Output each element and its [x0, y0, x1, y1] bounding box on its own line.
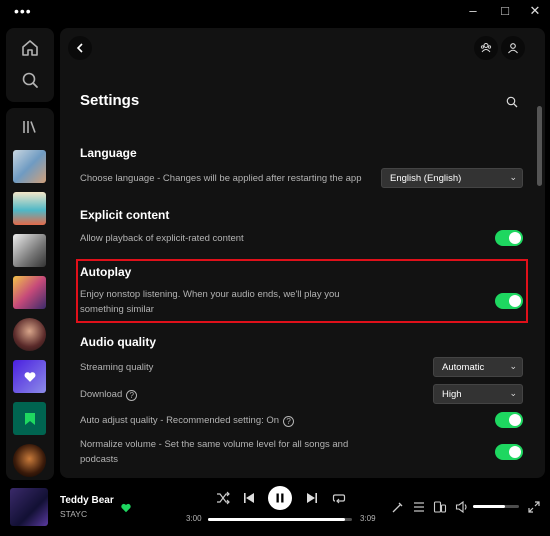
profile-button[interactable]	[501, 36, 525, 60]
streaming-quality-value: Automatic	[442, 362, 485, 373]
queue-icon[interactable]	[412, 500, 426, 514]
explicit-description: Allow playback of explicit-rated content	[80, 233, 244, 244]
volume-fill	[473, 505, 506, 508]
now-playing-view-icon[interactable]	[391, 500, 405, 514]
elapsed-time: 3:00	[186, 514, 202, 523]
help-icon[interactable]: ?	[283, 416, 295, 427]
pause-icon	[276, 493, 284, 503]
help-icon[interactable]: ?	[126, 390, 138, 401]
chevron-down-icon: ⌄	[509, 361, 517, 371]
back-button[interactable]	[68, 36, 92, 60]
autoplay-description-line1: Enjoy nonstop listening. When your audio…	[80, 289, 340, 300]
normalize-toggle[interactable]	[495, 444, 523, 460]
search-icon[interactable]	[20, 70, 40, 90]
language-description: Choose language - Changes will be applie…	[80, 173, 362, 184]
song-title[interactable]: Teddy Bear	[60, 495, 114, 506]
progress-bar[interactable]	[208, 518, 352, 521]
user-icon	[508, 43, 518, 54]
download-quality-select[interactable]: High ⌄	[433, 384, 523, 404]
close-button[interactable]: ✕	[526, 3, 544, 19]
chevron-down-icon: ⌄	[509, 388, 517, 398]
language-value: English (English)	[390, 173, 462, 184]
autoplay-description-line2: something similar	[80, 304, 154, 315]
library-item-your-episodes[interactable]	[13, 402, 46, 435]
autoplay-heading: Autoplay	[80, 265, 132, 279]
language-select[interactable]: English (English) ⌄	[381, 168, 523, 188]
next-icon[interactable]	[305, 491, 319, 505]
heart-icon	[24, 371, 35, 382]
page-title: Settings	[80, 92, 140, 109]
menu-ellipsis-icon[interactable]: •••	[14, 4, 32, 18]
explicit-toggle[interactable]	[495, 230, 523, 246]
volume-icon[interactable]	[455, 500, 469, 514]
chevron-down-icon: ⌄	[509, 172, 517, 182]
auto-adjust-row: Auto adjust quality - Recommended settin…	[80, 413, 295, 428]
connect-device-icon[interactable]	[433, 500, 447, 514]
liked-heart-icon[interactable]	[120, 502, 132, 514]
library-item-playlist-1[interactable]	[13, 150, 46, 183]
library-item-liked-songs[interactable]	[13, 360, 46, 393]
library-panel	[6, 108, 54, 480]
language-heading: Language	[80, 146, 137, 160]
explicit-heading: Explicit content	[80, 208, 170, 222]
home-icon[interactable]	[20, 38, 40, 58]
auto-adjust-label: Auto adjust quality - Recommended settin…	[80, 415, 280, 426]
bookmark-icon	[24, 412, 35, 425]
download-label-row: Download?	[80, 387, 138, 402]
friends-icon	[480, 43, 492, 53]
artist-name[interactable]: STAYC	[60, 509, 87, 519]
friend-activity-button[interactable]	[474, 36, 498, 60]
library-item-playlist-2[interactable]	[13, 192, 46, 225]
streaming-quality-select[interactable]: Automatic ⌄	[433, 357, 523, 377]
scrollbar[interactable]	[537, 106, 542, 186]
pause-button[interactable]	[268, 486, 292, 510]
normalize-description-line1: Normalize volume - Set the same volume l…	[80, 439, 349, 450]
shuffle-icon[interactable]	[216, 491, 230, 505]
search-settings-icon[interactable]	[506, 96, 518, 108]
repeat-icon[interactable]	[332, 491, 346, 505]
normalize-description-line2: podcasts	[80, 454, 119, 465]
fullscreen-icon[interactable]	[527, 500, 541, 514]
auto-adjust-toggle[interactable]	[495, 412, 523, 428]
nav-panel	[6, 28, 54, 102]
album-cover[interactable]	[10, 488, 48, 526]
volume-slider[interactable]	[473, 505, 519, 508]
streaming-quality-label: Streaming quality	[80, 362, 154, 373]
library-item-artist-2[interactable]	[13, 444, 46, 477]
previous-icon[interactable]	[242, 491, 256, 505]
autoplay-toggle[interactable]	[495, 293, 523, 309]
player-bar: Teddy Bear STAYC 3:00 3:09	[0, 480, 550, 536]
minimize-button[interactable]: –	[464, 3, 482, 19]
progress-fill	[208, 518, 345, 521]
library-item-artist-1[interactable]	[13, 318, 46, 351]
chevron-left-icon	[76, 43, 83, 53]
settings-page: Settings Language Choose language - Chan…	[60, 28, 545, 478]
maximize-button[interactable]: □	[496, 3, 514, 19]
library-item-playlist-4[interactable]	[13, 276, 46, 309]
download-label: Download	[80, 389, 123, 400]
download-quality-value: High	[442, 389, 462, 400]
library-item-playlist-3[interactable]	[13, 234, 46, 267]
title-bar: ••• – □ ✕	[0, 0, 550, 24]
audio-quality-heading: Audio quality	[80, 335, 156, 349]
duration-time: 3:09	[360, 514, 376, 523]
library-icon[interactable]	[20, 117, 40, 137]
